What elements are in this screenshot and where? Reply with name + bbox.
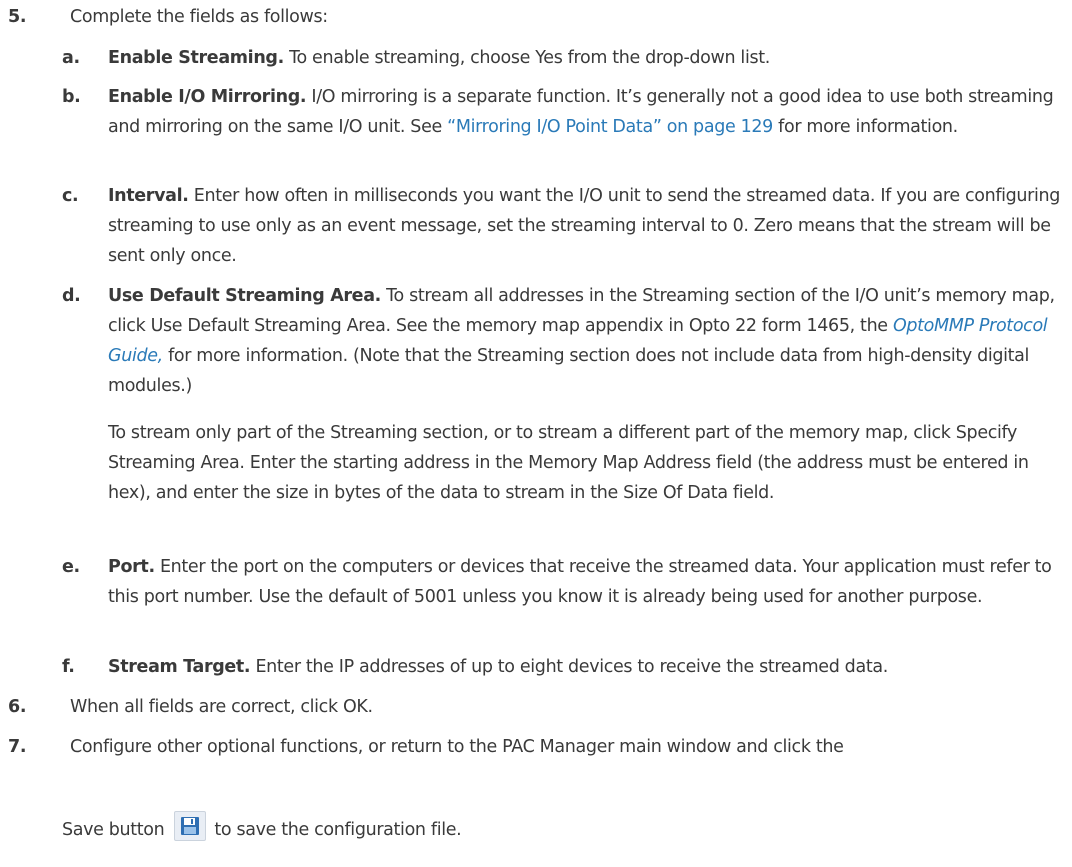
- step-number: 6.: [8, 697, 27, 717]
- item-term: Use Default Streaming Area.: [108, 286, 381, 306]
- floppy-disk-icon: [174, 811, 207, 841]
- item-text: Enter the IP addresses of up to eight de…: [250, 657, 888, 677]
- step-text: Save button: [62, 820, 165, 840]
- item-text: Enter the port on the computers or devic…: [108, 557, 1052, 607]
- item-term: Enable Streaming.: [108, 48, 284, 68]
- item-letter: e.: [62, 557, 80, 577]
- step-text: Complete the fields as follows:: [70, 7, 328, 27]
- list-item-f: f. Stream Target. Enter the IP addresses…: [62, 652, 1062, 682]
- step-number: 7.: [8, 737, 27, 757]
- document-page: 5. Complete the fields as follows: a. Ena…: [0, 0, 1072, 867]
- step-text: When all fields are correct, click OK.: [70, 697, 373, 717]
- item-term: Enable I/O Mirroring.: [108, 87, 307, 107]
- item-term: Interval.: [108, 186, 189, 206]
- step-7: 7. Configure other optional functions, or…: [8, 732, 844, 762]
- item-text: Enter how often in milliseconds you want…: [108, 186, 1061, 266]
- list-item-a: a. Enable Streaming. To enable streaming…: [62, 43, 1062, 73]
- step-text: Configure other optional functions, or r…: [70, 737, 844, 757]
- cross-reference-link[interactable]: “Mirroring I/O Point Data” on page 129: [447, 117, 773, 137]
- list-item-e: e. Port. Enter the port on the computers…: [62, 552, 1062, 612]
- step-text: to save the configuration file.: [214, 820, 462, 840]
- item-text: for more information. (Note that the Str…: [108, 346, 1030, 396]
- list-item-d: d. Use Default Streaming Area. To stream…: [62, 281, 1062, 401]
- item-letter: f.: [62, 657, 75, 677]
- item-term: Port.: [108, 557, 155, 577]
- item-text: for more information.: [772, 117, 958, 137]
- item-text: To enable streaming, choose Yes from the…: [283, 48, 770, 68]
- item-letter: b.: [62, 87, 81, 107]
- item-letter: c.: [62, 186, 79, 206]
- step-number: 5.: [8, 7, 27, 27]
- item-d-paragraph-2: To stream only part of the Streaming sec…: [108, 423, 1029, 503]
- item-term: Stream Target.: [108, 657, 251, 677]
- item-letter: d.: [62, 286, 81, 306]
- item-letter: a.: [62, 48, 80, 68]
- step-7-continuation: Save button to save the configuration fil…: [62, 811, 462, 845]
- step-6: 6. When all fields are correct, click OK.: [8, 692, 373, 722]
- step-5: 5. Complete the fields as follows:: [8, 2, 328, 32]
- list-item-b: b. Enable I/O Mirroring. I/O mirroring i…: [62, 82, 1062, 142]
- list-item-c: c. Interval. Enter how often in millisec…: [62, 181, 1062, 271]
